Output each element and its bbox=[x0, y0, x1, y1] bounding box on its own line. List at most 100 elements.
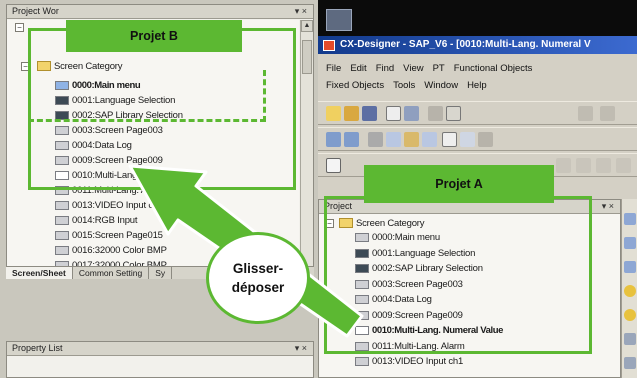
screen-page-icon bbox=[355, 279, 369, 289]
screen-page-icon bbox=[55, 231, 69, 240]
screen-tree-a: − Screen Category 0000:Main menu 0001:Lan… bbox=[319, 215, 620, 377]
object-icon[interactable] bbox=[576, 158, 591, 173]
cut-icon[interactable] bbox=[368, 132, 383, 147]
lamp-icon[interactable] bbox=[624, 285, 636, 297]
taskbar-button[interactable] bbox=[326, 9, 352, 31]
duplicate-icon[interactable] bbox=[422, 132, 437, 147]
object-icon[interactable] bbox=[596, 158, 611, 173]
screen-page-icon bbox=[355, 310, 369, 320]
folder-icon bbox=[339, 218, 353, 228]
screen-page-icon bbox=[55, 246, 69, 255]
folder-icon bbox=[37, 61, 51, 71]
tree-item-label: 0001:Language Selection bbox=[372, 247, 476, 259]
print-icon[interactable] bbox=[478, 132, 493, 147]
tool-icon[interactable] bbox=[624, 261, 636, 273]
tool-icon[interactable] bbox=[624, 237, 636, 249]
menu-bar-row-2: Fixed Objects Tools Window Help bbox=[318, 77, 637, 94]
screen-page-icon bbox=[55, 216, 69, 225]
disk-icon[interactable] bbox=[404, 106, 419, 121]
paste-icon[interactable] bbox=[404, 132, 419, 147]
scroll-up-icon[interactable]: ▲ bbox=[301, 20, 313, 32]
object-icon[interactable] bbox=[556, 158, 571, 173]
view-icon[interactable] bbox=[460, 132, 475, 147]
pin-close-icon[interactable]: ▾ × bbox=[295, 342, 307, 355]
menu-item-file[interactable]: File bbox=[326, 63, 341, 74]
menu-item-functional-objects[interactable]: Functional Objects bbox=[454, 63, 533, 74]
tab-common-setting[interactable]: Common Setting bbox=[73, 267, 150, 279]
menu-item-find[interactable]: Find bbox=[376, 63, 394, 74]
page-icon[interactable] bbox=[386, 106, 401, 121]
save-icon[interactable] bbox=[362, 106, 377, 121]
tree-item-label: 0002:SAP Library Selection bbox=[72, 110, 183, 121]
tree-item-label: 0003:Screen Page003 bbox=[372, 278, 463, 290]
tab-system[interactable]: Sy bbox=[149, 267, 173, 279]
collapse-icon[interactable]: − bbox=[21, 62, 30, 71]
tab-screen-sheet[interactable]: Screen/Sheet bbox=[6, 267, 73, 279]
screen-page-icon bbox=[55, 111, 69, 120]
screen-page-icon bbox=[355, 326, 369, 335]
menu-item-edit[interactable]: Edit bbox=[350, 63, 366, 74]
projet-b-label: Projet B bbox=[66, 20, 242, 52]
tree-item-label: 0010:Multi-Lang. Numeral Value bbox=[72, 170, 202, 181]
toolbox-strip bbox=[621, 199, 637, 378]
open-icon[interactable] bbox=[344, 106, 359, 121]
align-icon[interactable] bbox=[344, 132, 359, 147]
drag-drop-label: Glisser- déposer bbox=[231, 261, 285, 295]
screen-page-icon bbox=[355, 248, 369, 258]
tree-item-label: 0001:Language Selection bbox=[72, 95, 176, 106]
window-title-bar[interactable]: CX-Designer - SAP_V6 - [0010:Multi-Lang.… bbox=[318, 36, 637, 54]
tool-icon[interactable] bbox=[624, 357, 636, 369]
pin-close-icon[interactable]: ▾ × bbox=[295, 5, 307, 18]
vertical-scrollbar[interactable]: ▲ bbox=[300, 20, 313, 270]
screen-page-icon bbox=[355, 357, 369, 366]
tool-icon[interactable] bbox=[624, 333, 636, 345]
redo-icon[interactable] bbox=[600, 106, 615, 121]
tree-item-label: 0013:VIDEO Input ch1 bbox=[372, 356, 464, 367]
collapse-icon[interactable]: − bbox=[15, 23, 24, 32]
lamp-icon[interactable] bbox=[624, 309, 636, 321]
menu-item-pt[interactable]: PT bbox=[433, 63, 445, 74]
print-icon[interactable] bbox=[428, 106, 443, 121]
project-pane-a: Project ▾ × − Screen Category 0000:Main … bbox=[318, 199, 621, 378]
screen-page-icon bbox=[55, 96, 69, 105]
screen-page-icon bbox=[55, 156, 69, 165]
property-list-title: Property List ▾ × bbox=[7, 342, 313, 356]
object-icon[interactable] bbox=[616, 158, 631, 173]
menu-item-tools[interactable]: Tools bbox=[393, 80, 415, 91]
tree-item-label: 0011:Multi-Lang. Alarm bbox=[72, 185, 165, 196]
screen-page-icon bbox=[55, 171, 69, 180]
tree-item-label: 0014:RGB Input bbox=[72, 215, 138, 226]
screen-page-icon bbox=[55, 141, 69, 150]
tree-item-label: 0000:Main menu bbox=[372, 232, 440, 243]
new-icon[interactable] bbox=[326, 106, 341, 121]
copy-icon[interactable] bbox=[446, 106, 461, 121]
tree-item-label: 0015:Screen Page015 bbox=[72, 230, 163, 241]
copy-icon[interactable] bbox=[386, 132, 401, 147]
tree-item-label: 0003:Screen Page003 bbox=[72, 125, 163, 136]
frame-icon[interactable] bbox=[326, 158, 341, 173]
drag-drop-bubble: Glisser- déposer bbox=[206, 232, 310, 324]
grid-icon[interactable] bbox=[326, 132, 341, 147]
tree-item-label: 0004:Data Log bbox=[72, 140, 132, 151]
tree-item-label: 0002:SAP Library Selection bbox=[372, 263, 483, 274]
tree-item-label: 0009:Screen Page009 bbox=[72, 155, 163, 166]
undo-icon[interactable] bbox=[578, 106, 593, 121]
menu-item-view[interactable]: View bbox=[403, 63, 423, 74]
screen-page-icon bbox=[55, 201, 69, 210]
screen-page-icon bbox=[355, 233, 369, 242]
collapse-icon[interactable]: − bbox=[325, 219, 334, 228]
menu-bar-row-1: File Edit Find View PT Functional Objects bbox=[318, 60, 637, 77]
projet-a-label: Projet A bbox=[364, 165, 554, 203]
menu-item-help[interactable]: Help bbox=[467, 80, 487, 91]
toolbar-1 bbox=[318, 101, 637, 125]
page-icon[interactable] bbox=[442, 132, 457, 147]
menu-item-fixed-objects[interactable]: Fixed Objects bbox=[326, 80, 384, 91]
tree-item-label: 0016:32000 Color BMP bbox=[72, 245, 167, 256]
dark-background bbox=[318, 0, 637, 36]
scroll-thumb[interactable] bbox=[302, 40, 312, 74]
tool-icon[interactable] bbox=[624, 213, 636, 225]
tree-item-label: 0011:Multi-Lang. Alarm bbox=[372, 340, 465, 352]
screen-page-icon bbox=[55, 126, 69, 135]
menu-item-window[interactable]: Window bbox=[424, 80, 458, 91]
pin-close-icon[interactable]: ▾ × bbox=[602, 200, 614, 213]
